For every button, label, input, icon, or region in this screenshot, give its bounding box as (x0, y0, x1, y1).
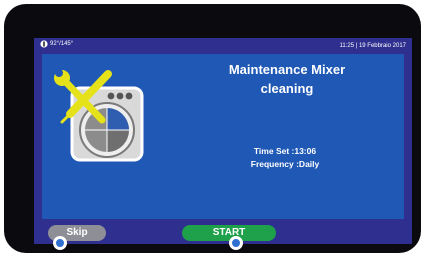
title-line-1: Maintenance Mixer (228, 62, 346, 77)
screen: 92°/145° 11:25 | 19 Febbraio 2017 Mainte… (34, 38, 412, 244)
status-left-text: 92°/145° (50, 41, 74, 47)
status-time: 11:25 (339, 43, 355, 49)
maintenance-panel: Maintenance Mixer cleaning Time Set :13:… (42, 54, 404, 219)
start-touch-indicator (229, 236, 243, 250)
status-left: 92°/145° (40, 40, 73, 48)
status-icon (40, 40, 48, 48)
status-separator: | (355, 43, 358, 49)
frequency-text: Frequency :Daily (250, 159, 320, 169)
time-set-text: Time Set :13:06 (253, 146, 317, 156)
page-title: Maintenance Mixer cleaning (192, 60, 382, 98)
mixer-maintenance-icon (50, 60, 160, 170)
device-frame: 92°/145° 11:25 | 19 Febbraio 2017 Mainte… (4, 4, 421, 253)
title-line-2: cleaning (260, 81, 314, 96)
schedule-info: Time Set :13:06 Frequency :Daily (210, 145, 360, 171)
skip-touch-indicator (53, 236, 67, 250)
status-bar: 92°/145° 11:25 | 19 Febbraio 2017 (34, 38, 412, 52)
status-datetime: 11:25 | 19 Febbraio 2017 (339, 42, 406, 50)
status-date: 19 Febbraio 2017 (358, 43, 406, 49)
